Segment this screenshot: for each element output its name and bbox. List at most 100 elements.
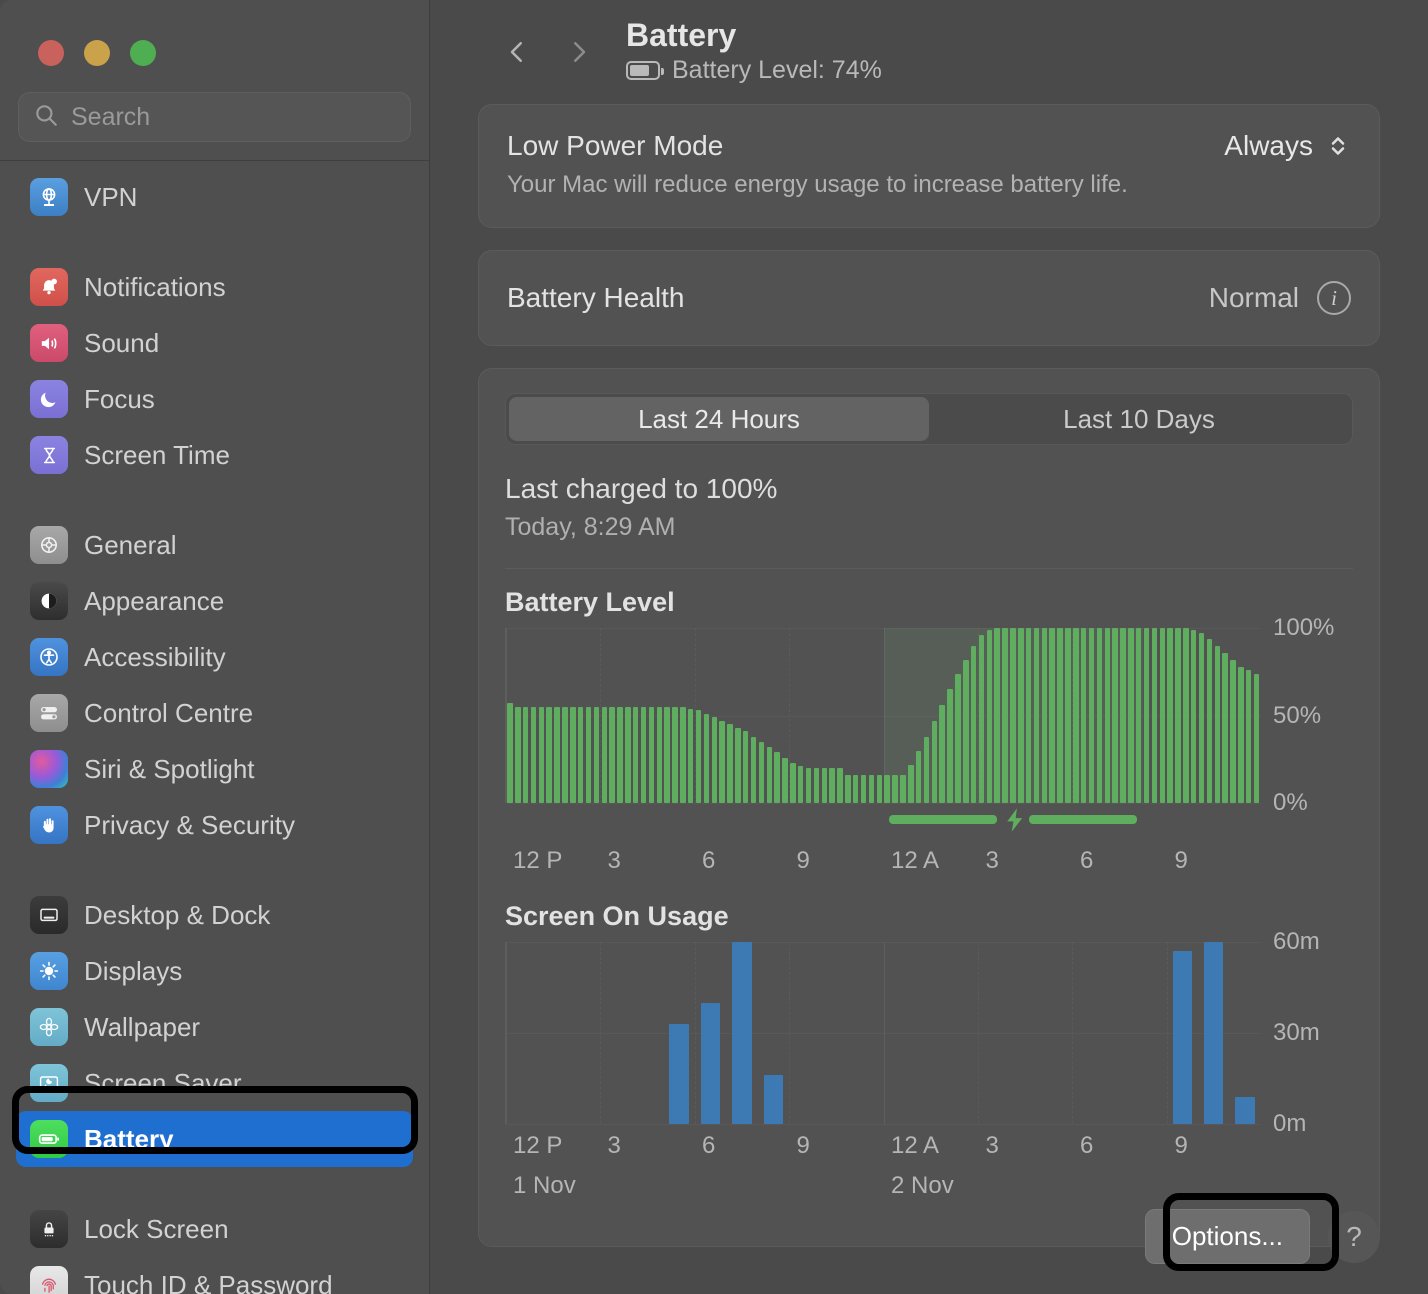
sidebar-item-vpn[interactable]: VPN — [16, 169, 413, 225]
battery-level-bar — [593, 706, 600, 803]
battery-level-bar — [1253, 673, 1260, 803]
sidebar-item-displays[interactable]: Displays — [16, 943, 413, 999]
search-input[interactable]: Search — [18, 92, 411, 142]
screen-usage-y-axis: 60m 30m 0m — [1261, 928, 1353, 1137]
sidebar-item-label: Displays — [84, 955, 183, 986]
x-tick-label: 9 — [1174, 847, 1188, 874]
screen-usage-bar — [732, 942, 752, 1124]
charging-strip — [889, 815, 997, 824]
main-content: Battery Battery Level: 74% Low Power Mod… — [430, 0, 1428, 1294]
battery-level-bar — [522, 706, 529, 803]
battery-level-bar — [1214, 645, 1221, 803]
sidebar-item-screen-time[interactable]: Screen Time — [16, 427, 413, 483]
battery-level-bar — [797, 766, 804, 803]
options-button[interactable]: Options... — [1144, 1209, 1310, 1264]
battery-health-card: Battery Health Normal i — [478, 250, 1380, 346]
battery-level-chart-title: Battery Level — [505, 587, 675, 617]
battery-level-bar — [1190, 629, 1197, 803]
battery-level-bar — [1198, 633, 1205, 803]
brightness-icon — [30, 952, 68, 990]
info-icon[interactable]: i — [1317, 281, 1351, 315]
search-icon — [33, 102, 59, 133]
sidebar-item-accessibility[interactable]: Accessibility — [16, 629, 413, 685]
sidebar-item-wallpaper[interactable]: Wallpaper — [16, 999, 413, 1055]
battery-level-bar — [507, 703, 513, 803]
sidebar-item-privacy-security[interactable]: Privacy & Security — [16, 797, 413, 853]
close-button[interactable] — [38, 40, 64, 66]
sidebar-group-network: VPN — [0, 165, 429, 229]
battery-level-bar — [1120, 628, 1126, 803]
battery-level-bar — [617, 706, 623, 803]
battery-level-x-axis: 12 P 3 6 9 12 A 3 6 9 — [505, 839, 1261, 883]
toggles-icon — [30, 694, 68, 732]
screen-usage-bar — [1172, 951, 1192, 1124]
battery-level-bar — [1080, 628, 1087, 803]
battery-level-bar — [695, 710, 702, 803]
screen-usage-bar — [700, 1002, 721, 1124]
sidebar-item-appearance[interactable]: Appearance — [16, 573, 413, 629]
battery-level-bar — [1073, 628, 1079, 803]
sidebar-item-label: Appearance — [84, 585, 225, 616]
sidebar-item-touch-id-password[interactable]: Touch ID & Password — [16, 1257, 413, 1294]
battery-level-bar — [632, 706, 639, 803]
battery-level-bar — [947, 689, 953, 803]
chevron-updown-icon — [1325, 129, 1351, 163]
x-tick-label: 3 — [985, 847, 999, 874]
day-label: 2 Nov — [891, 1172, 954, 1199]
chevron-right-icon[interactable] — [548, 21, 610, 83]
sidebar-item-lock-screen[interactable]: Lock Screen — [16, 1201, 413, 1257]
low-power-mode-row: Low Power Mode Always Your Mac will redu… — [479, 105, 1379, 227]
siri-orb-icon — [30, 750, 68, 788]
page-subtitle: Battery Level: 74% — [672, 56, 882, 85]
page-title: Battery — [626, 16, 737, 53]
x-tick-label: 6 — [702, 847, 716, 874]
battery-level-bar — [955, 673, 961, 803]
battery-level-bar — [915, 750, 922, 803]
sidebar-group-alerts: Notifications Sound Focus Screen Time — [0, 255, 429, 487]
lightning-bolt-icon — [1001, 803, 1029, 842]
battery-level-bar — [562, 706, 568, 803]
sidebar-item-general[interactable]: General — [16, 517, 413, 573]
tab-last-24-hours[interactable]: Last 24 Hours — [509, 397, 929, 441]
sidebar-item-desktop-dock[interactable]: Desktop & Dock — [16, 887, 413, 943]
battery-health-row[interactable]: Battery Health Normal i — [479, 251, 1379, 345]
help-button[interactable]: ? — [1328, 1210, 1380, 1263]
battery-level-bar — [1151, 628, 1158, 803]
tab-last-10-days[interactable]: Last 10 Days — [929, 397, 1349, 441]
sidebar-item-control-centre[interactable]: Control Centre — [16, 685, 413, 741]
screen-usage-chart: 60m 30m 0m — [505, 928, 1353, 1137]
low-power-mode-dropdown[interactable]: Always — [1224, 129, 1351, 163]
vpn-globe-icon — [30, 178, 68, 216]
battery-level-bar — [1096, 628, 1103, 803]
battery-level-chart: 100% 50% 0% — [505, 614, 1353, 816]
battery-level-bar — [963, 659, 969, 803]
battery-level-bar — [742, 731, 749, 803]
sidebar-item-focus[interactable]: Focus — [16, 371, 413, 427]
x-tick-label: 9 — [1174, 1132, 1188, 1159]
search-placeholder: Search — [71, 102, 151, 131]
page-subtitle-row: Battery Level: 74% — [626, 56, 882, 85]
battery-level-bar — [1238, 666, 1244, 803]
sidebar-item-battery[interactable]: Battery — [16, 1111, 413, 1167]
zoom-button[interactable] — [130, 40, 156, 66]
sidebar-item-label: Lock Screen — [84, 1213, 229, 1244]
sidebar-item-label: Notifications — [84, 271, 226, 302]
battery-level-bar — [585, 706, 592, 803]
battery-level-bar — [1025, 628, 1032, 803]
x-tick-label: 9 — [796, 847, 810, 874]
battery-level-bar — [719, 720, 725, 803]
sidebar-item-label: Focus — [84, 383, 155, 414]
sidebar-item-siri-spotlight[interactable]: Siri & Spotlight — [16, 741, 413, 797]
sidebar-item-notifications[interactable]: Notifications — [16, 259, 413, 315]
battery-level-bar — [1088, 628, 1095, 803]
sidebar-item-sound[interactable]: Sound — [16, 315, 413, 371]
y-tick-label: 50% — [1273, 701, 1322, 729]
chevron-left-icon[interactable] — [486, 21, 548, 83]
sidebar-group-display: Desktop & Dock Displays Wallpaper Screen… — [0, 883, 429, 1171]
low-power-mode-value: Always — [1224, 130, 1313, 161]
screen-usage-bar — [669, 1023, 689, 1124]
minimize-button[interactable] — [84, 40, 110, 66]
sidebar-item-screen-saver[interactable]: Screen Saver — [16, 1055, 413, 1111]
y-tick-label: 60m — [1273, 928, 1320, 955]
